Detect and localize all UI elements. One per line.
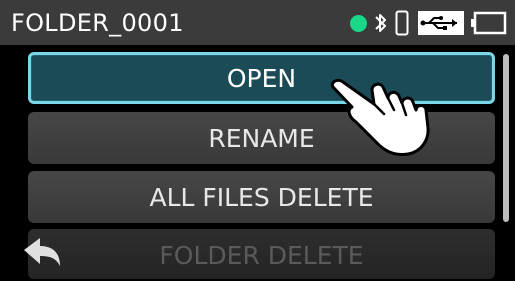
status-dot-green <box>350 14 367 32</box>
open-button[interactable]: OPEN <box>28 52 495 104</box>
all-files-delete-label: ALL FILES DELETE <box>149 182 374 212</box>
scrollbar[interactable] <box>503 54 509 222</box>
battery-icon <box>471 11 507 35</box>
back-button[interactable] <box>20 230 70 277</box>
usb-power-icon <box>417 10 465 36</box>
open-label: OPEN <box>226 63 297 93</box>
title-bar: FOLDER_0001 <box>0 0 515 45</box>
status-area <box>350 8 507 38</box>
rename-label: RENAME <box>208 123 315 153</box>
phone-icon <box>395 10 409 36</box>
back-arrow-icon <box>24 238 60 266</box>
all-files-delete-button[interactable]: ALL FILES DELETE <box>28 171 495 223</box>
rename-button[interactable]: RENAME <box>28 112 495 164</box>
folder-delete-label: FOLDER DELETE <box>159 241 364 270</box>
bluetooth-icon <box>373 11 389 35</box>
folder-delete-button[interactable]: FOLDER DELETE <box>28 229 495 279</box>
folder-title: FOLDER_0001 <box>11 8 184 37</box>
